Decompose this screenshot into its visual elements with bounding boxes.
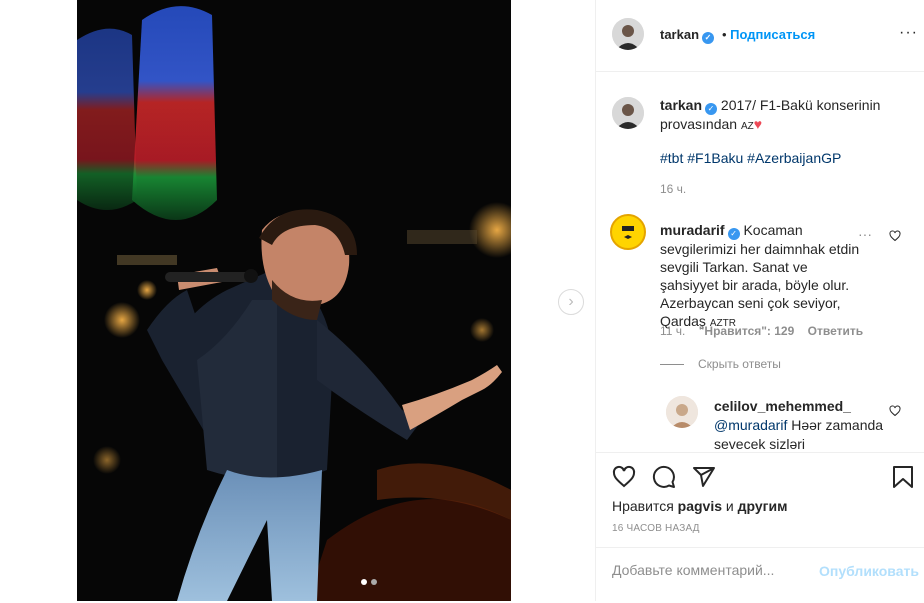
next-photo-button[interactable]: › [558,289,584,315]
post-time[interactable]: 16 ЧАСОВ НАЗАД [612,523,700,534]
heart-icon[interactable] [612,465,636,489]
verified-icon: ✓ [702,32,715,44]
more-options-icon[interactable]: ··· [899,24,918,42]
reply-username[interactable]: celilov_mehemmed_ [714,398,851,414]
comment-text: muradarif ✓ Kocaman sevgilerimizi her dai… [660,222,860,329]
comment-username[interactable]: muradarif [660,222,725,238]
comment-options-icon[interactable]: ··· [858,226,872,242]
concert-photo [77,0,511,601]
carousel-dots [361,579,377,585]
comment-input[interactable] [612,562,802,578]
caption-username[interactable]: tarkan [660,97,702,113]
post-dialog: › tarkan ✓ • Подписаться ··· tarkan ✓ 2017… [0,0,924,602]
avatar[interactable] [666,396,698,428]
hashtags[interactable]: #tbt #F1Baku #AzerbaijanGP [660,150,841,166]
verified-icon: ✓ [705,103,718,115]
post-caption: tarkan ✓ 2017/ F1-Bakü konserinin provası… [660,96,890,136]
post-sidebar: tarkan ✓ • Подписаться ··· tarkan ✓ 2017/ … [595,0,924,602]
avatar[interactable] [610,214,646,250]
likes-user[interactable]: pagvis [678,498,722,514]
flag-az: AZ [740,121,754,132]
reply-like-heart-icon[interactable] [889,405,901,417]
publish-button[interactable]: Опубликовать [819,563,919,579]
post-header: tarkan ✓ • Подписаться ··· [596,0,924,72]
chevron-right-icon: › [568,293,574,310]
comment-meta: 11 ч. "Нравится": 129 Ответить [660,324,873,338]
reply-text: celilov_mehemmed_ @muradarif Həər zamand… [714,398,884,452]
share-icon[interactable] [692,465,716,489]
comment-box: Опубликовать [596,547,924,603]
comment-time: 11 ч. [660,324,686,338]
verified-icon: ✓ [727,228,740,240]
reply-button[interactable]: Ответить [808,324,863,338]
heart-emoji-icon: ♥ [753,116,763,132]
backdrop [0,0,77,601]
username-link[interactable]: tarkan ✓ [660,27,715,44]
avatar[interactable] [612,18,644,50]
comment-icon[interactable] [652,465,676,489]
comment-like-heart-icon[interactable] [889,230,901,242]
avatar[interactable] [612,97,644,129]
likes-summary: Нравится pagvis и другим [612,498,788,514]
action-bar: Нравится pagvis и другим 16 ЧАСОВ НАЗАД … [596,452,924,602]
follow-button[interactable]: • Подписаться [722,27,815,42]
post-photo[interactable] [77,0,511,601]
hide-replies-button[interactable]: Скрыть ответы [660,357,781,371]
comment-likes[interactable]: "Нравится": 129 [699,324,795,338]
reply-mention[interactable]: @muradarif [714,417,787,433]
likes-others[interactable]: другим [738,498,788,514]
caption-time: 16 ч. [660,182,687,196]
bookmark-icon[interactable] [892,465,914,489]
